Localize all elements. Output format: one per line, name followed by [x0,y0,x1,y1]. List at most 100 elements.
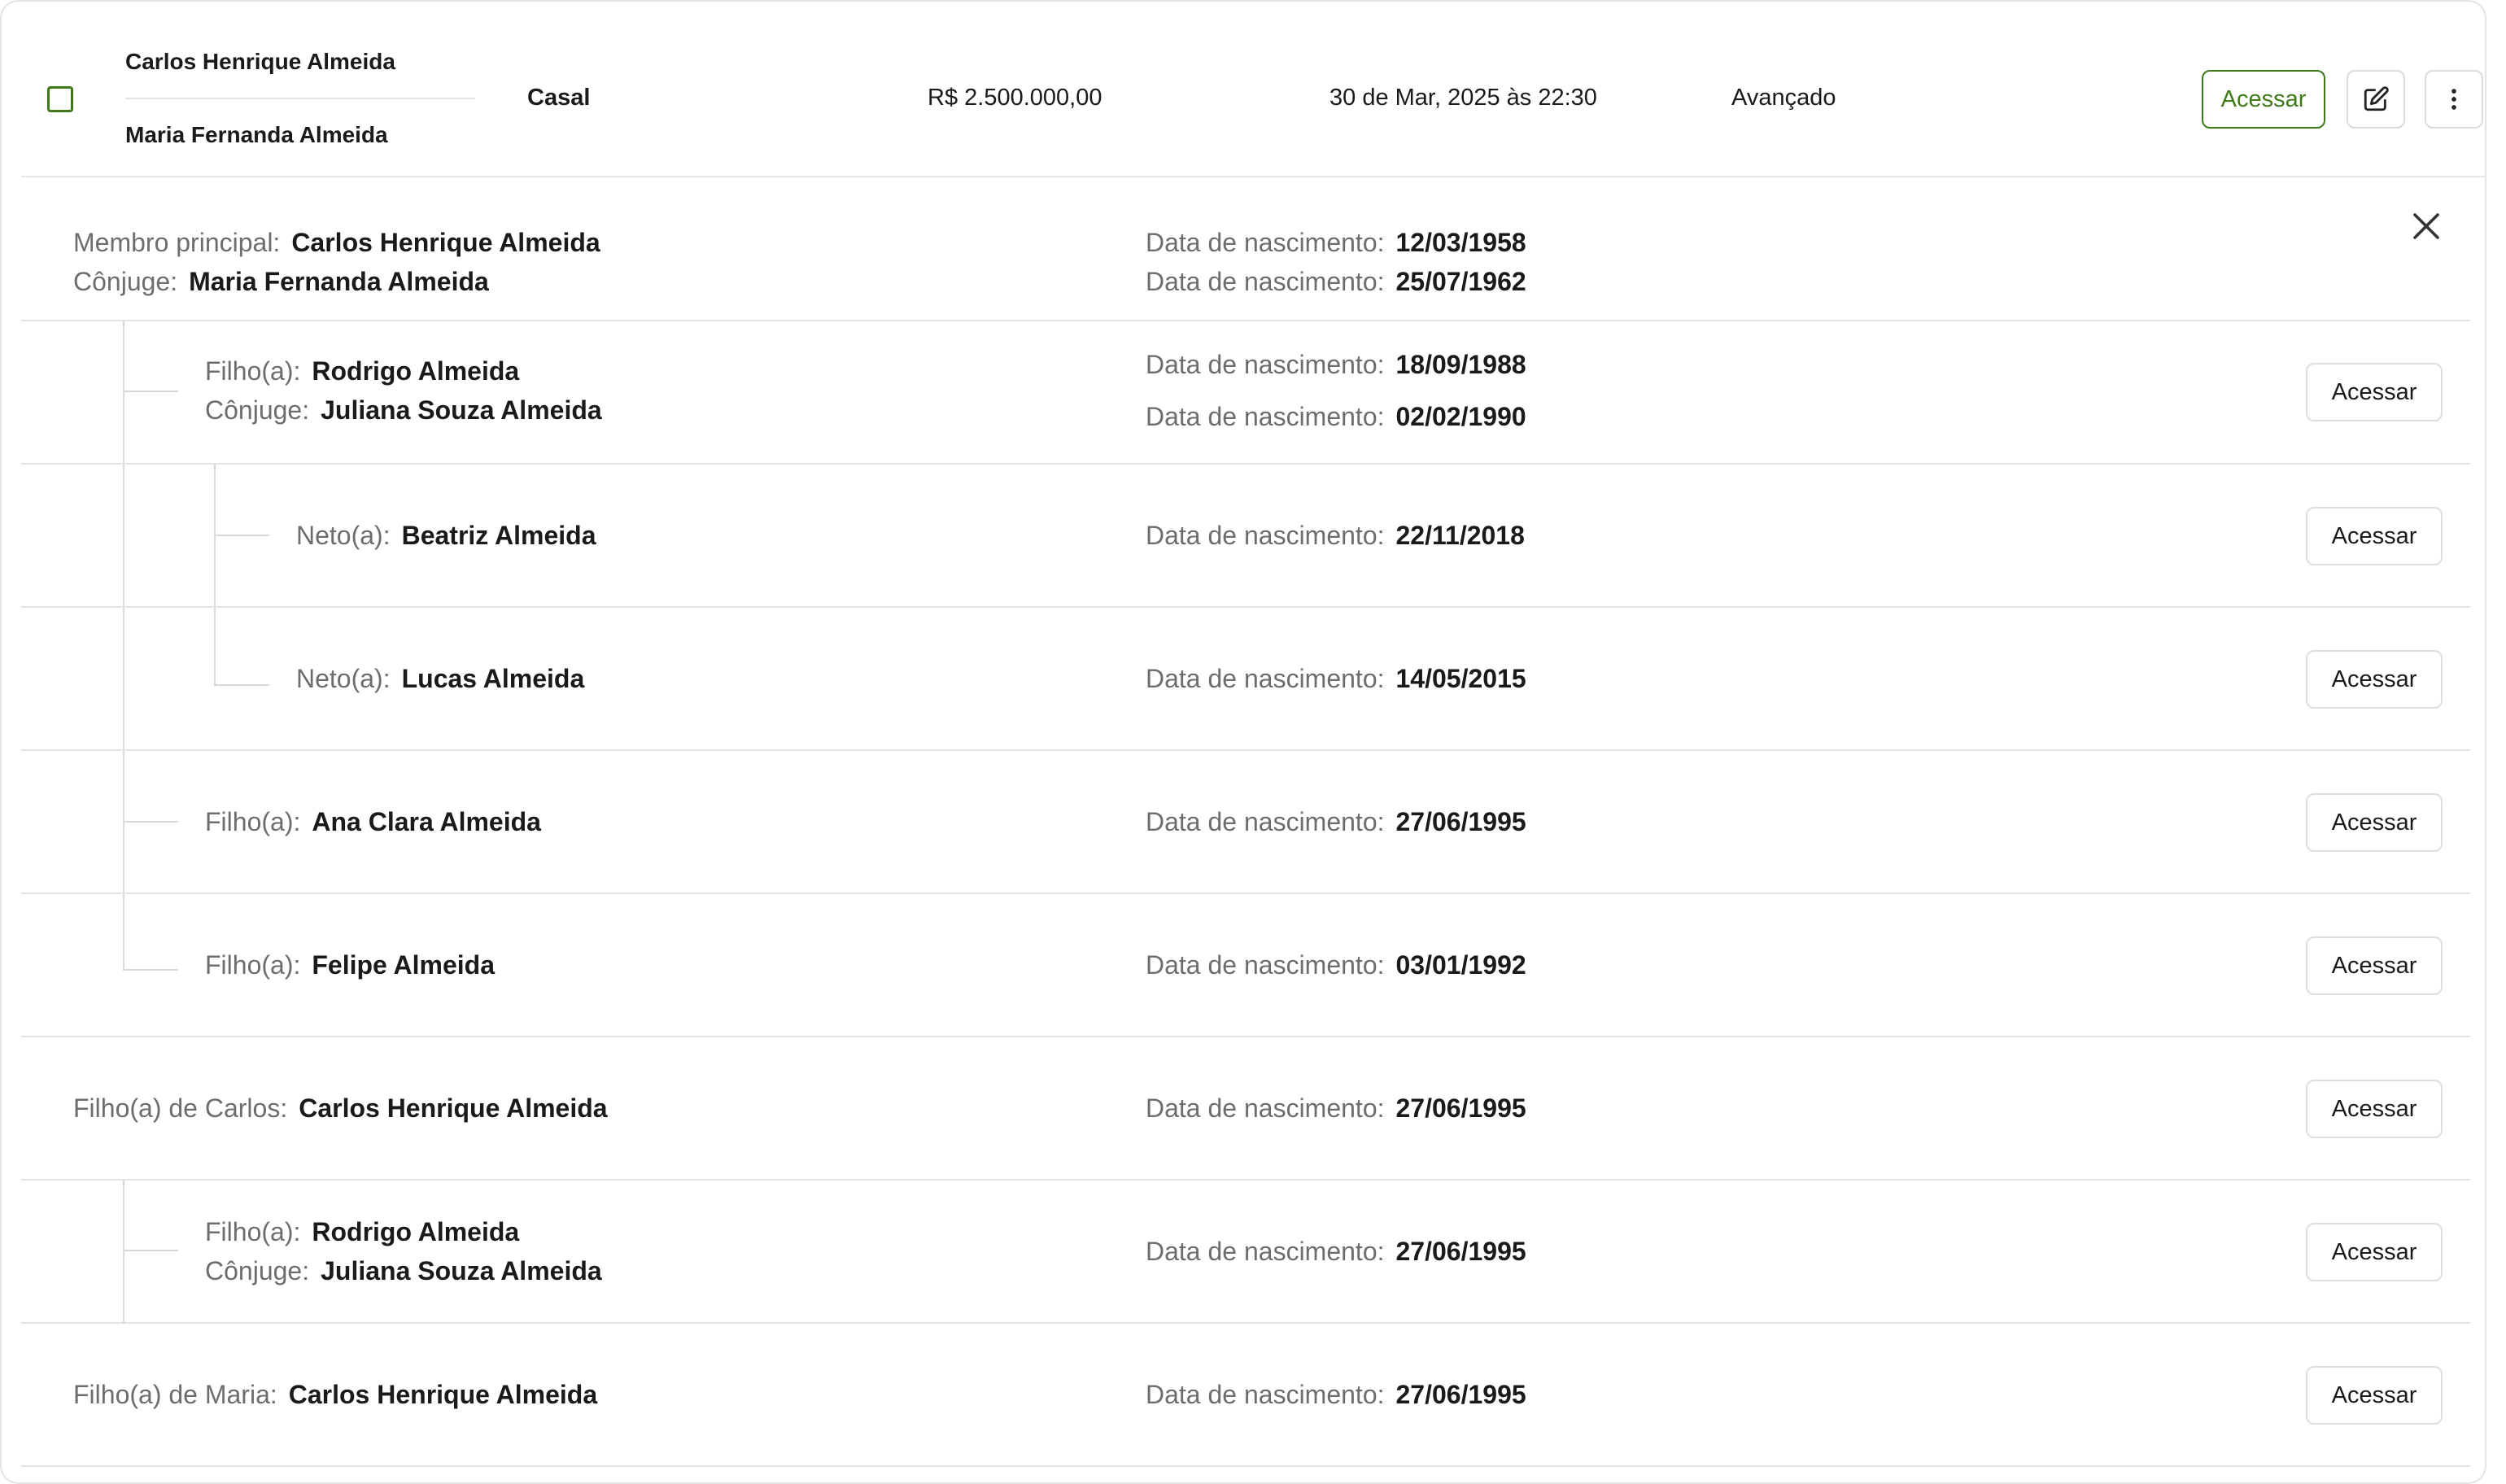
maria-child-birth-line: Data de nascimento: 27/06/1995 [1146,1380,1526,1410]
more-vertical-icon [2451,89,2456,110]
child-spouse-birth: 02/02/1990 [1395,402,1526,431]
child-spouse-line: Cônjuge: Juliana Souza Almeida [205,1256,602,1286]
child-line: Filho(a): Felipe Almeida [205,950,495,980]
grandchild-label: Neto(a): [296,664,391,693]
child-name: Felipe Almeida [312,950,496,980]
grandchild-label: Neto(a): [296,521,391,550]
tree-branch [123,969,178,971]
carlos-child-birth-line: Data de nascimento: 27/06/1995 [1146,1093,1526,1124]
access-button[interactable]: Acessar [2306,1366,2443,1425]
maria-child-label: Filho(a) de Maria: [73,1380,277,1409]
names-divider [125,98,475,99]
access-button[interactable]: Acessar [2306,650,2443,709]
row-divider [21,1179,2470,1181]
principal-name: Carlos Henrique Almeida [291,228,600,257]
birth-label: Data de nascimento: [1146,664,1385,693]
access-button[interactable]: Acessar [2306,793,2443,852]
child-label: Filho(a): [205,356,301,386]
grandchild-name: Lucas Almeida [401,664,585,693]
close-details-button[interactable] [2407,207,2446,246]
child-label: Filho(a): [205,807,301,836]
tree-line [123,1181,124,1322]
grandchild-line: Neto(a): Beatriz Almeida [296,521,596,551]
level-status: Avançado [1731,85,1836,111]
grandchild-name: Beatriz Almeida [401,521,596,550]
tree-branch [123,1250,178,1251]
select-checkbox[interactable] [47,86,73,112]
summary-row: Carlos Henrique Almeida Maria Fernanda A… [2,2,2485,177]
maria-child-name: Carlos Henrique Almeida [288,1380,598,1409]
child-birth-line: Data de nascimento: 27/06/1995 [1146,807,1526,837]
created-datetime: 30 de Mar, 2025 às 22:30 [1329,85,1597,111]
row-divider [21,893,2470,894]
child-line: Filho(a): Rodrigo Almeida [205,1217,519,1247]
maria-child-line: Filho(a) de Maria: Carlos Henrique Almeid… [73,1380,597,1410]
child-line: Filho(a): Ana Clara Almeida [205,807,541,837]
access-button[interactable]: Acessar [2306,1080,2443,1138]
spouse-name: Maria Fernanda Almeida [125,122,388,147]
more-options-button[interactable] [2425,70,2483,129]
grandchild-birth: 22/11/2018 [1395,521,1525,550]
row-divider [21,1322,2470,1324]
row-divider [21,606,2470,608]
child-name: Ana Clara Almeida [312,807,541,836]
close-icon [2413,213,2439,239]
tree-branch [214,535,269,536]
child-spouse-name: Juliana Souza Almeida [321,1256,602,1285]
principal-label: Membro principal: [73,228,281,257]
child-birth-line: Data de nascimento: 27/06/1995 [1146,1237,1526,1267]
child-spouse-label: Cônjuge: [205,395,310,425]
access-button[interactable]: Acessar [2306,936,2443,995]
spouse-label: Cônjuge: [73,267,178,296]
member-name: Carlos Henrique Almeida [125,49,395,74]
child-label: Filho(a): [205,950,301,980]
tree-line [123,321,124,971]
row-divider [21,749,2470,751]
child-spouse-line: Cônjuge: Juliana Souza Almeida [205,395,602,426]
child-birth: 27/06/1995 [1395,807,1526,836]
child-label: Filho(a): [205,1217,301,1246]
child-spouse-birth-line: Data de nascimento: 02/02/1990 [1146,402,1526,432]
grandchild-birth-line: Data de nascimento: 14/05/2015 [1146,664,1526,694]
child-line: Filho(a): Rodrigo Almeida [205,356,519,386]
family-card: Carlos Henrique Almeida Maria Fernanda A… [0,0,2486,1484]
patrimony-value: R$ 2.500.000,00 [928,85,1102,111]
edit-button[interactable] [2347,70,2405,129]
birth-label: Data de nascimento: [1146,1380,1385,1409]
birth-label: Data de nascimento: [1146,807,1385,836]
summary-divider [21,176,2485,177]
row-divider [21,320,2470,321]
spouse-line: Cônjuge: Maria Fernanda Almeida [73,267,489,297]
birth-label: Data de nascimento: [1146,267,1385,296]
spouse-birth: 25/07/1962 [1395,267,1526,296]
row-divider [21,1036,2470,1037]
child-spouse-name: Juliana Souza Almeida [321,395,602,425]
tree-branch [123,391,178,392]
access-button[interactable]: Acessar [2202,70,2325,129]
child-birth-line: Data de nascimento: 03/01/1992 [1146,950,1526,980]
access-button[interactable]: Acessar [2306,363,2443,421]
birth-label: Data de nascimento: [1146,1237,1385,1266]
access-button[interactable]: Acessar [2306,1223,2443,1281]
child-birth: 18/09/1988 [1395,350,1526,379]
tree-line [214,465,216,686]
carlos-child-label: Filho(a) de Carlos: [73,1093,288,1123]
carlos-child-name: Carlos Henrique Almeida [299,1093,608,1123]
birth-label: Data de nascimento: [1146,1093,1385,1123]
access-button[interactable]: Acessar [2306,507,2443,565]
birth-label: Data de nascimento: [1146,950,1385,980]
maria-child-birth: 27/06/1995 [1395,1380,1526,1409]
grandchild-line: Neto(a): Lucas Almeida [296,664,584,694]
principal-birth-line: Data de nascimento: 12/03/1958 [1146,228,1526,258]
birth-label: Data de nascimento: [1146,228,1385,257]
spouse-name-detail: Maria Fernanda Almeida [189,267,489,296]
spouse-birth-line: Data de nascimento: 25/07/1962 [1146,267,1526,297]
row-divider [21,463,2470,465]
grandchild-birth-line: Data de nascimento: 22/11/2018 [1146,521,1525,551]
family-type: Casal [527,85,591,111]
birth-label: Data de nascimento: [1146,402,1385,431]
grandchild-birth: 14/05/2015 [1395,664,1526,693]
carlos-child-birth: 27/06/1995 [1395,1093,1526,1123]
edit-icon [2364,86,2389,111]
tree-branch [123,821,178,823]
